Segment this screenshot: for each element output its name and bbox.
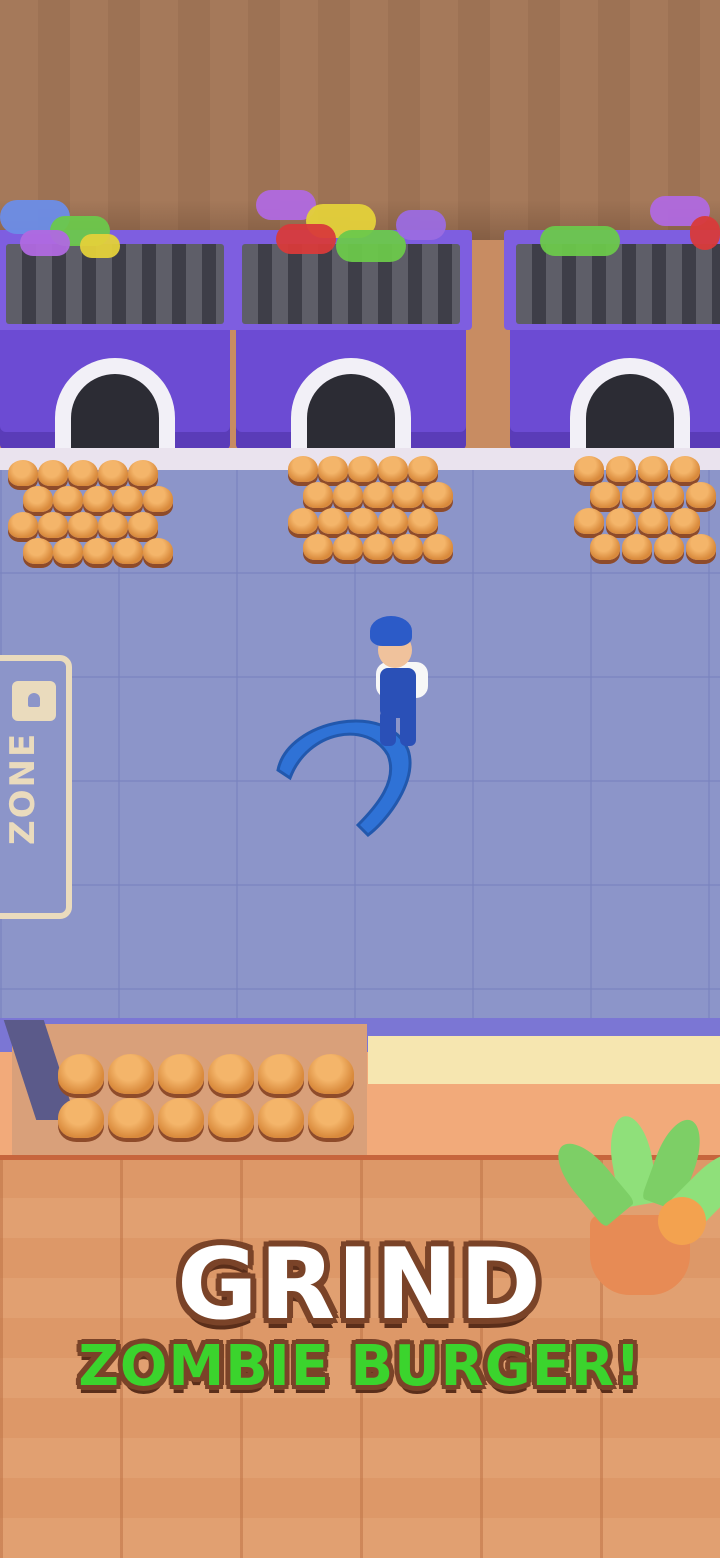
burger bbox=[363, 482, 393, 508]
shelf-burgers[interactable] bbox=[58, 1050, 368, 1155]
burger bbox=[158, 1054, 204, 1094]
burger bbox=[333, 482, 363, 508]
burger bbox=[23, 486, 53, 512]
burger bbox=[8, 512, 38, 538]
burger bbox=[408, 508, 438, 534]
burger bbox=[622, 482, 652, 508]
burger bbox=[606, 456, 636, 482]
burger bbox=[208, 1098, 254, 1138]
burger bbox=[83, 486, 113, 512]
burger bbox=[318, 508, 348, 534]
burger bbox=[308, 1098, 354, 1138]
burger bbox=[258, 1098, 304, 1138]
lock-icon bbox=[12, 681, 56, 721]
zombie-pile bbox=[500, 190, 720, 280]
burger bbox=[208, 1054, 254, 1094]
burger bbox=[574, 456, 604, 482]
zombie bbox=[276, 224, 336, 254]
burger bbox=[58, 1098, 104, 1138]
burger bbox=[423, 482, 453, 508]
burger bbox=[38, 512, 68, 538]
burger-pile[interactable] bbox=[288, 456, 458, 576]
burger bbox=[8, 460, 38, 486]
burger bbox=[378, 508, 408, 534]
zombie-pile bbox=[0, 190, 240, 280]
burger bbox=[98, 460, 128, 486]
burger bbox=[348, 508, 378, 534]
burger bbox=[53, 486, 83, 512]
burger bbox=[348, 456, 378, 482]
burger bbox=[58, 1054, 104, 1094]
zombie bbox=[80, 234, 120, 258]
burger bbox=[108, 1098, 154, 1138]
zombie-grinder[interactable] bbox=[504, 196, 720, 450]
burger bbox=[333, 534, 363, 560]
burger bbox=[686, 482, 716, 508]
burger bbox=[363, 534, 393, 560]
burger bbox=[113, 538, 143, 564]
banner-subtitle: ZOMBIE BURGER! bbox=[78, 1334, 642, 1399]
burger bbox=[53, 538, 83, 564]
burger bbox=[108, 1054, 154, 1094]
burger bbox=[318, 456, 348, 482]
burger bbox=[393, 482, 423, 508]
zombie bbox=[690, 216, 720, 250]
zombie-pile bbox=[226, 190, 476, 280]
burger bbox=[128, 512, 158, 538]
burger bbox=[158, 1098, 204, 1138]
burger bbox=[670, 456, 700, 482]
burger bbox=[128, 460, 158, 486]
zombie bbox=[396, 210, 446, 240]
burger-pile[interactable] bbox=[8, 460, 178, 580]
burger bbox=[638, 508, 668, 534]
burger bbox=[606, 508, 636, 534]
burger bbox=[143, 486, 173, 512]
burger bbox=[83, 538, 113, 564]
burger bbox=[98, 512, 128, 538]
worker-character[interactable] bbox=[360, 610, 440, 750]
burger bbox=[303, 534, 333, 560]
burger bbox=[68, 512, 98, 538]
burger bbox=[303, 482, 333, 508]
banner-title: GRIND bbox=[177, 1228, 543, 1342]
burger bbox=[590, 534, 620, 560]
game-scene[interactable]: ZONE GRIND ZOMBIE BURGER! bbox=[0, 0, 720, 1558]
burger-pile[interactable] bbox=[574, 456, 720, 576]
burger bbox=[423, 534, 453, 560]
burger bbox=[590, 482, 620, 508]
cap-icon bbox=[370, 616, 412, 646]
zone-label: ZONE bbox=[3, 731, 43, 845]
burger bbox=[68, 460, 98, 486]
burger bbox=[378, 456, 408, 482]
zombie-grinder[interactable] bbox=[230, 190, 472, 450]
burger bbox=[288, 456, 318, 482]
burger bbox=[393, 534, 423, 560]
burger bbox=[670, 508, 700, 534]
burger bbox=[143, 538, 173, 564]
burger bbox=[574, 508, 604, 534]
burger bbox=[258, 1054, 304, 1094]
zombie bbox=[20, 230, 70, 256]
burger bbox=[38, 460, 68, 486]
counter-top bbox=[368, 1020, 720, 1084]
burger bbox=[113, 486, 143, 512]
zombie-grinder[interactable] bbox=[0, 200, 236, 450]
burger bbox=[638, 456, 668, 482]
burger bbox=[654, 534, 684, 560]
burger bbox=[308, 1054, 354, 1094]
burger bbox=[408, 456, 438, 482]
worker-overalls bbox=[380, 668, 416, 718]
burger bbox=[288, 508, 318, 534]
burger bbox=[622, 534, 652, 560]
zombie bbox=[540, 226, 620, 256]
burger bbox=[654, 482, 684, 508]
burger bbox=[686, 534, 716, 560]
zombie bbox=[336, 230, 406, 262]
burger bbox=[23, 538, 53, 564]
